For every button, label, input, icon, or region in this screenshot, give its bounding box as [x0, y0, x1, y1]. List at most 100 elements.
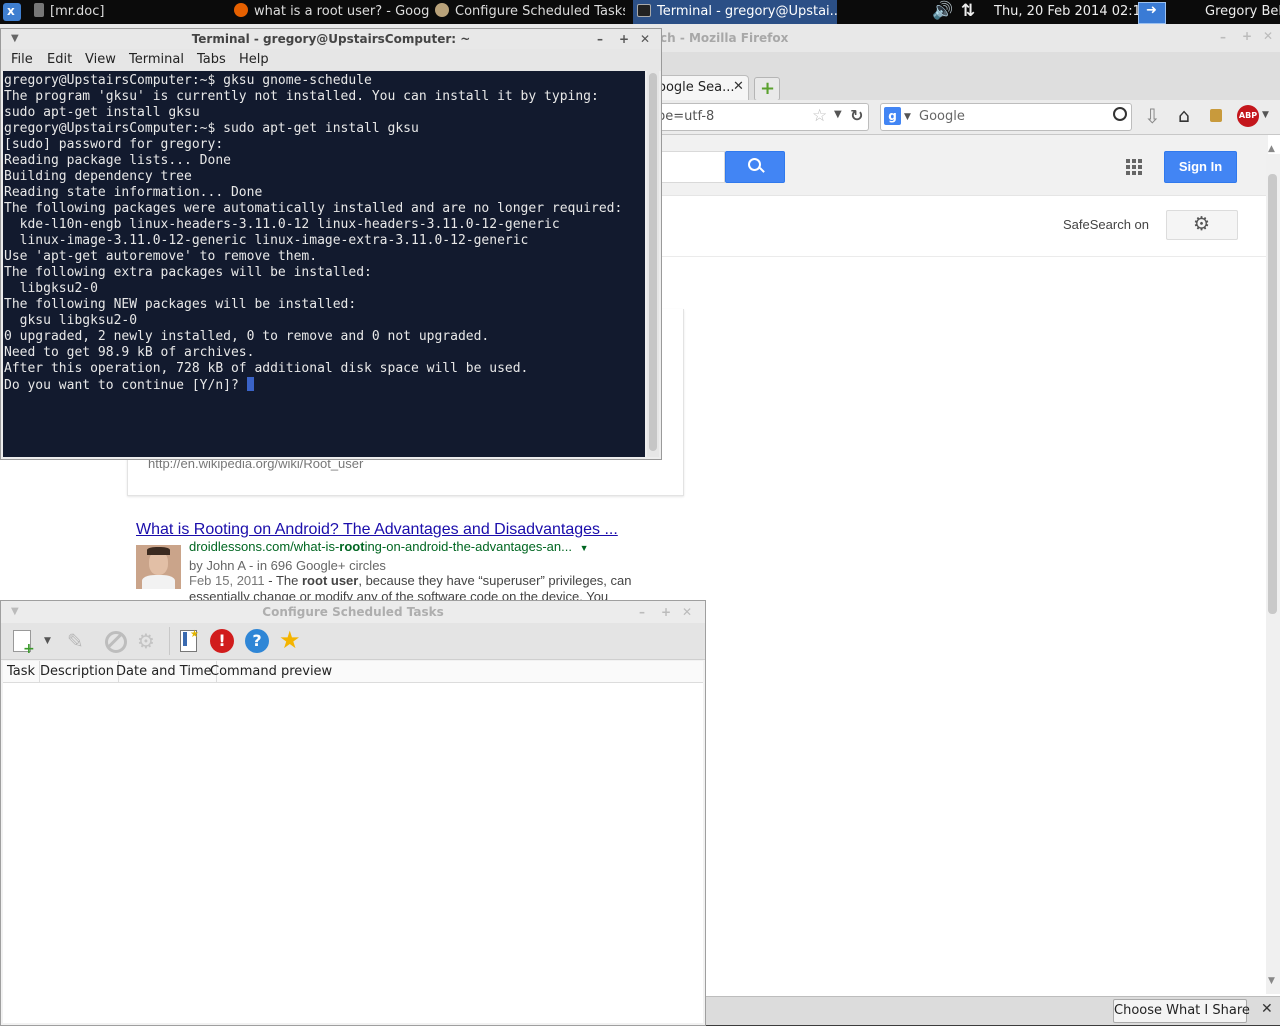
terminal-titlebar[interactable]: ▼ Terminal - gregory@UpstairsComputer: ~…: [1, 29, 661, 49]
taskbar-item-scheduler[interactable]: Configure Scheduled Tasks: [435, 0, 625, 24]
history-dropdown-icon[interactable]: ▼: [834, 109, 842, 120]
column-date-time[interactable]: Date and Time: [112, 661, 217, 682]
column-command-preview[interactable]: Command preview: [206, 661, 336, 682]
scheduler-icon: [435, 3, 449, 17]
gear-icon: ⚙: [1193, 213, 1211, 235]
new-tab-button[interactable]: +: [754, 77, 780, 101]
sign-in-button[interactable]: Sign In: [1164, 151, 1237, 183]
minimize-icon[interactable]: –: [1220, 30, 1226, 44]
close-icon[interactable]: ✕: [640, 29, 650, 49]
google-search-button[interactable]: [725, 151, 785, 183]
volume-icon[interactable]: 🔊: [932, 1, 953, 21]
result-url-bold: root: [339, 539, 365, 554]
settings-button[interactable]: ⚙: [1166, 210, 1238, 240]
clock[interactable]: Thu, 20 Feb 2014 02:14: [994, 0, 1149, 24]
app-menu-icon[interactable]: x: [3, 3, 21, 21]
scroll-down-icon[interactable]: ▼: [1268, 976, 1275, 986]
network-icon[interactable]: ⇅: [961, 1, 975, 21]
taskbar-label: [mr.doc]: [50, 4, 105, 19]
close-icon[interactable]: ✕: [1263, 29, 1273, 43]
home-icon[interactable]: ⌂: [1178, 105, 1190, 127]
url-bar[interactable]: be=utf-8 ☆ ▼ ↻: [654, 103, 869, 131]
snippet-part: , because they have “superuser” privileg…: [358, 573, 632, 588]
google-engine-icon[interactable]: g: [884, 107, 901, 125]
menu-tabs[interactable]: Tabs: [197, 52, 226, 67]
result-url-pre: droidlessons.com/what-is-: [189, 539, 340, 554]
engine-dropdown-icon[interactable]: ▼: [904, 112, 911, 122]
bookmarks-icon[interactable]: [1210, 109, 1222, 122]
taskbar-label: Terminal - gregory@Upstai...: [657, 4, 837, 19]
page-scrollbar-thumb[interactable]: [1268, 174, 1277, 614]
reload-icon[interactable]: ↻: [850, 106, 863, 125]
maximize-icon[interactable]: +: [619, 29, 629, 49]
taskbar-label: Configure Scheduled Tasks: [455, 4, 625, 19]
snippet-bold: root user: [302, 573, 359, 588]
result-dropdown-icon[interactable]: ▼: [580, 543, 589, 553]
terminal-icon: [637, 4, 651, 17]
run-task-icon[interactable]: ⚙: [137, 629, 161, 653]
menu-edit[interactable]: Edit: [47, 52, 72, 67]
user-name[interactable]: Gregory Bell: [1205, 0, 1280, 24]
menu-view[interactable]: View: [85, 52, 116, 67]
terminal-scrollbar-thumb[interactable]: [649, 73, 657, 451]
task-list[interactable]: [3, 683, 703, 1023]
about-star-icon[interactable]: ★: [279, 626, 303, 654]
scroll-up-icon[interactable]: ▲: [1268, 144, 1275, 154]
tab-label: oogle Sea...: [658, 80, 735, 95]
new-task-dropdown-icon[interactable]: ▼: [44, 636, 51, 646]
download-icon[interactable]: ⇩: [1144, 104, 1161, 128]
help-icon[interactable]: ?: [245, 629, 269, 653]
advanced-warning-icon[interactable]: !: [210, 629, 234, 653]
logout-icon[interactable]: ➜: [1138, 2, 1166, 24]
column-description[interactable]: Description: [36, 661, 120, 682]
close-icon[interactable]: ✕: [682, 601, 692, 623]
minimize-icon[interactable]: –: [639, 601, 645, 623]
snippet-part: - The: [264, 573, 302, 588]
delete-task-icon[interactable]: [103, 629, 127, 653]
terminal-cursor: [246, 377, 254, 391]
new-task-icon[interactable]: +: [11, 629, 35, 657]
terminal-output[interactable]: gregory@UpstairsComputer:~$ gksu gnome-s…: [3, 71, 645, 457]
search-bar[interactable]: g ▼ Google: [880, 103, 1132, 131]
terminal-window: ▼ Terminal - gregory@UpstairsComputer: ~…: [0, 28, 662, 460]
search-input[interactable]: Google: [919, 109, 965, 124]
tab-close-icon[interactable]: ✕: [733, 79, 744, 94]
menu-file[interactable]: File: [11, 52, 33, 67]
menu-help[interactable]: Help: [239, 52, 269, 67]
google-search-field[interactable]: [654, 151, 725, 183]
template-icon[interactable]: ★: [177, 629, 201, 653]
taskbar-item-mrdoc[interactable]: [mr.doc]: [34, 0, 224, 24]
window-menu-icon[interactable]: ▼: [11, 29, 19, 49]
firefox-title: ch - Mozilla Firefox: [660, 31, 789, 45]
firefox-icon: [234, 3, 248, 17]
adblock-icon[interactable]: ABP: [1237, 105, 1259, 127]
search-icon[interactable]: [1113, 107, 1127, 121]
apps-grid-icon[interactable]: [1126, 159, 1142, 175]
maximize-icon[interactable]: +: [661, 601, 671, 623]
scheduled-tasks-window: ▼ Configure Scheduled Tasks – + ✕ + ▼ ✎ …: [0, 600, 706, 1026]
result-url-line[interactable]: droidlessons.com/what-is-rooting-on-andr…: [189, 539, 589, 554]
terminal-menubar: File Edit View Terminal Tabs Help: [1, 49, 661, 71]
choose-what-i-share-button[interactable]: Choose What I Share: [1113, 999, 1250, 1023]
menu-terminal[interactable]: Terminal: [129, 52, 184, 67]
scheduler-titlebar[interactable]: ▼ Configure Scheduled Tasks – + ✕: [1, 601, 705, 623]
taskbar-item-firefox[interactable]: what is a root user? - Goog...: [234, 0, 430, 24]
result-snippet-line-1: Feb 15, 2011 - The root user, because th…: [189, 573, 632, 588]
taskbar-item-terminal[interactable]: Terminal - gregory@Upstai...: [633, 0, 837, 24]
terminal-title: Terminal - gregory@UpstairsComputer: ~: [191, 32, 471, 46]
top-panel: x [mr.doc] what is a root user? - Goog..…: [0, 0, 1280, 24]
safesearch-label: SafeSearch on: [1063, 217, 1150, 232]
window-menu-icon[interactable]: ▼: [11, 601, 19, 623]
search-icon-handle: [759, 167, 765, 173]
minimize-icon[interactable]: –: [597, 29, 603, 49]
column-task[interactable]: Task: [3, 661, 41, 682]
adblock-dropdown-icon[interactable]: ▼: [1262, 110, 1269, 120]
tab-google-search[interactable]: oogle Sea... ✕: [655, 75, 749, 101]
close-notification-icon[interactable]: ✕: [1261, 1001, 1273, 1017]
bookmark-star-icon[interactable]: ☆: [812, 106, 827, 126]
result-title-link[interactable]: What is Rooting on Android? The Advantag…: [136, 521, 618, 539]
taskbar-label: what is a root user? - Goog...: [254, 4, 430, 19]
edit-task-icon[interactable]: ✎: [67, 629, 91, 653]
maximize-icon[interactable]: +: [1242, 29, 1252, 43]
plus-icon: +: [760, 78, 776, 99]
